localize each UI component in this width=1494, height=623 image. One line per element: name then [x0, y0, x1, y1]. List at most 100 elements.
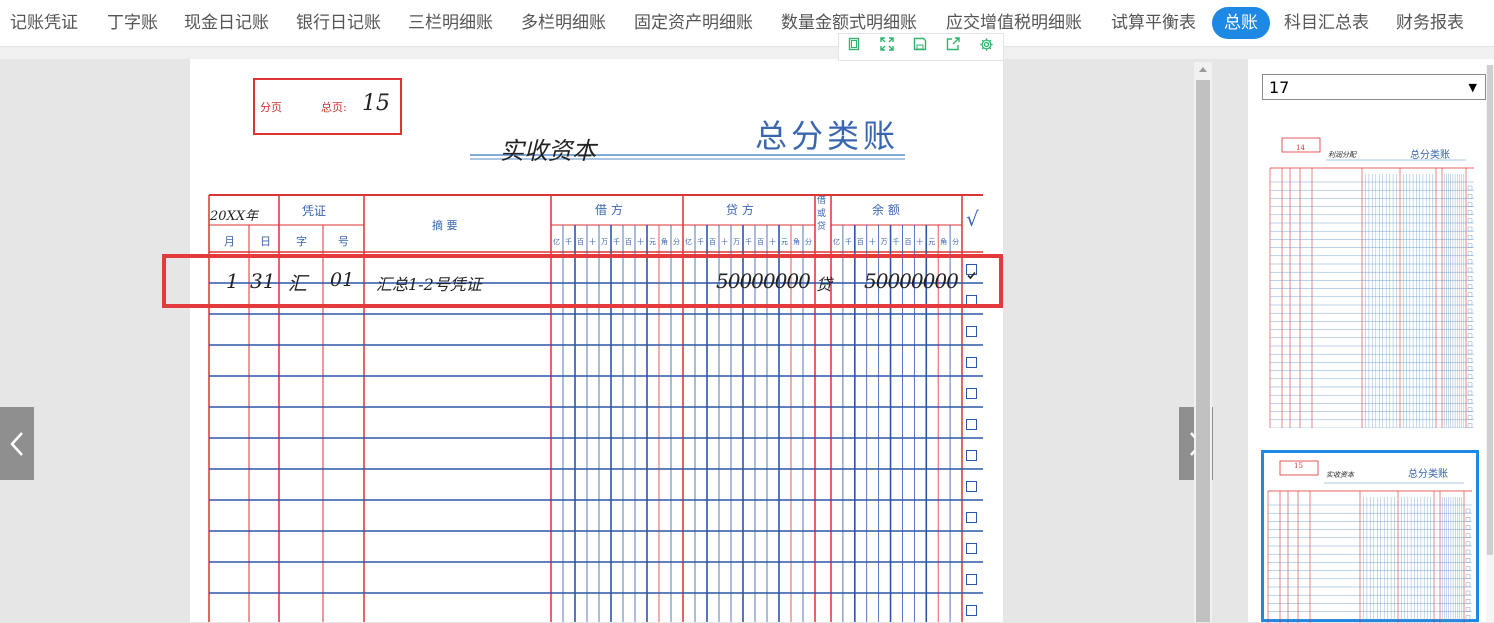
chevron-left-icon — [10, 432, 23, 456]
viewer-scrollbar[interactable] — [1194, 62, 1212, 622]
digit-header-label: 角 — [661, 238, 668, 246]
fullscreen-icon[interactable] — [877, 37, 897, 57]
header-day: 日 — [260, 235, 271, 248]
account-name: 实收资本 — [500, 137, 596, 165]
tab-three-column-ledger[interactable]: 三栏明细账 — [408, 0, 493, 46]
entry-month: 1 — [226, 269, 239, 293]
row-checkbox[interactable] — [966, 326, 977, 337]
share-icon[interactable] — [943, 37, 963, 57]
digit-header-label: 元 — [649, 238, 656, 246]
row-checkbox[interactable] — [966, 295, 977, 306]
digit-header-label: 元 — [928, 238, 936, 246]
thumbnail-page-15[interactable]: 15 实收资本 总分类账 — [1261, 450, 1479, 623]
digit-header-label: 百 — [856, 238, 864, 246]
entry-voucher-type: 汇 — [288, 273, 308, 295]
row-checkbox[interactable] — [966, 388, 977, 399]
prev-page-button[interactable] — [0, 407, 34, 480]
thumbnail-page-14[interactable]: 14 利润分配 总分类账 — [1266, 130, 1478, 429]
row-checkbox[interactable] — [966, 357, 977, 368]
digit-header-label: 亿 — [553, 238, 560, 246]
digit-header-label: 万 — [601, 238, 608, 246]
digit-header-label: 亿 — [833, 238, 840, 246]
header-summary: 摘 要 — [432, 219, 458, 232]
tab-bank-journal[interactable]: 银行日记账 — [296, 0, 381, 46]
header-credit: 贷 方 — [726, 203, 754, 217]
ledger-title: 总分类账 — [755, 117, 900, 155]
stamp-zongye: 总页: — [321, 101, 347, 114]
digit-header-label: 百 — [577, 238, 584, 246]
digit-header-label: 万 — [880, 238, 888, 246]
row-checkbox-checked[interactable] — [966, 264, 977, 280]
digit-header-label: 十 — [589, 238, 596, 246]
entry-day: 31 — [250, 269, 276, 293]
row-checkbox[interactable] — [966, 419, 977, 430]
digit-header-label: 元 — [781, 238, 788, 246]
digit-header-label: 千 — [565, 238, 572, 246]
thumbnail-account-name: 实收资本 — [1326, 471, 1354, 479]
ledger-page: 分页 总页: 15 实收资本 总分类账 20XX年 凭证 摘 要 借 方 贷 方… — [190, 59, 1003, 622]
viewer-toolbar — [838, 33, 1004, 61]
check-mark-icon — [967, 271, 976, 280]
digit-header-label: 分 — [805, 238, 812, 246]
entry-debit-or-credit: 贷 — [816, 275, 833, 294]
viewer-scroll-thumb[interactable] — [1196, 80, 1210, 622]
tab-multi-column-ledger[interactable]: 多栏明细账 — [521, 0, 606, 46]
tab-account-summary[interactable]: 科目汇总表 — [1284, 0, 1369, 46]
header-debit-or-credit: 借或贷 — [817, 196, 827, 232]
header-month: 月 — [224, 235, 235, 248]
digit-header-label: 百 — [757, 238, 764, 246]
digit-header-label: 十 — [916, 238, 924, 246]
top-nav-bar: 记账凭证 丁字账 现金日记账 银行日记账 三栏明细账 多栏明细账 固定资产明细账… — [0, 0, 1494, 47]
row-checkbox[interactable] — [966, 512, 977, 523]
tab-fixed-asset-ledger[interactable]: 固定资产明细账 — [634, 0, 753, 46]
page-select[interactable]: 17 ▼ — [1262, 74, 1486, 100]
entry-balance: 50000000 — [864, 269, 959, 293]
digit-header-label: 十 — [868, 238, 876, 246]
header-voucher: 凭证 — [302, 204, 327, 218]
tab-trial-balance[interactable]: 试算平衡表 — [1111, 0, 1196, 46]
entry-credit-amount: 50000000 — [716, 269, 811, 293]
digit-header-label: 千 — [892, 238, 900, 246]
tab-cash-journal[interactable]: 现金日记账 — [184, 0, 269, 46]
header-check: √ — [966, 207, 979, 231]
tab-t-account[interactable]: 丁字账 — [107, 0, 158, 46]
sidebar-scrollbar[interactable] — [1486, 65, 1494, 622]
digit-header-label: 十 — [721, 238, 728, 246]
row-checkbox[interactable] — [966, 543, 977, 554]
row-checkbox[interactable] — [966, 605, 977, 616]
header-debit: 借 方 — [595, 203, 623, 217]
copy-icon[interactable] — [844, 37, 864, 57]
header-balance: 余 额 — [872, 203, 900, 217]
separator-bar — [0, 47, 1494, 59]
digit-header-label: 百 — [625, 238, 632, 246]
thumbnail-page-number: 15 — [1294, 462, 1303, 470]
stamp-fenye: 分页 — [260, 101, 282, 114]
entry-summary: 汇总1-2号凭证 — [376, 275, 482, 294]
thumbnail-title: 总分类账 — [1408, 469, 1448, 480]
page-select-value: 17 — [1269, 78, 1290, 97]
digit-header-label: 十 — [637, 238, 644, 246]
tab-financial-statements[interactable]: 财务报表 — [1396, 0, 1464, 46]
settings-icon[interactable] — [976, 37, 996, 57]
header-year: 20XX年 — [210, 209, 259, 224]
row-checkbox[interactable] — [966, 481, 977, 492]
entry-voucher-number: 01 — [330, 269, 355, 291]
digit-header-label: 角 — [793, 238, 800, 246]
tab-voucher[interactable]: 记账凭证 — [10, 0, 78, 46]
sidebar-scroll-thumb[interactable] — [1487, 65, 1493, 555]
digit-header-label: 分 — [673, 238, 680, 246]
header-voucher-number: 号 — [338, 235, 349, 248]
digit-header-label: 亿 — [685, 238, 692, 246]
digit-header-label: 角 — [940, 238, 948, 246]
row-checkbox[interactable] — [966, 574, 977, 585]
thumbnail-ledger-graphic — [1269, 137, 1474, 429]
save-icon[interactable] — [910, 37, 930, 57]
row-checkbox[interactable] — [966, 450, 977, 461]
digit-header-label: 千 — [697, 238, 704, 246]
scroll-up-icon[interactable] — [1199, 67, 1207, 72]
thumbnail-title: 总分类账 — [1410, 150, 1450, 161]
tab-general-ledger[interactable]: 总账 — [1212, 7, 1270, 39]
digit-header-label: 万 — [733, 238, 740, 246]
thumbnail-account-name: 利润分配 — [1328, 151, 1356, 159]
digit-header-label: 百 — [709, 238, 716, 246]
